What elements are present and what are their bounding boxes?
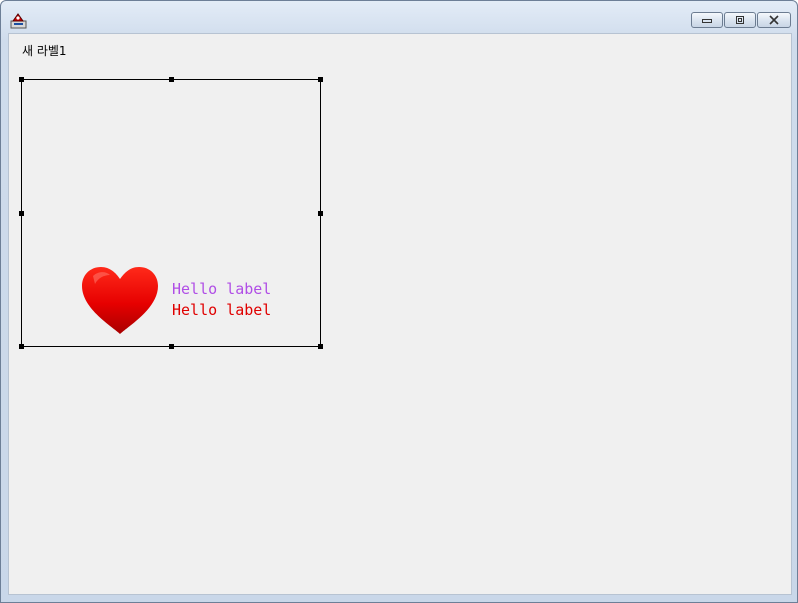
resize-handle-left[interactable] (19, 211, 24, 216)
title-bar[interactable] (1, 1, 797, 33)
close-icon (769, 15, 779, 25)
application-window: 새 라벨1 Hello label Hello label (0, 0, 798, 603)
hello-label-1: Hello label (172, 280, 272, 298)
resize-handle-bottom-left[interactable] (19, 344, 24, 349)
heart-icon (82, 267, 158, 334)
minimize-button[interactable] (691, 12, 723, 28)
resize-handle-top-right[interactable] (318, 77, 323, 82)
resize-handle-top-left[interactable] (19, 77, 24, 82)
new-label[interactable]: 새 라벨1 (22, 42, 67, 59)
resize-handle-top[interactable] (169, 77, 174, 82)
resize-handle-bottom-right[interactable] (318, 344, 323, 349)
minimize-icon (702, 19, 712, 23)
resize-handle-bottom[interactable] (169, 344, 174, 349)
maximize-button[interactable] (724, 12, 756, 28)
content-pane: 새 라벨1 Hello label Hello label (8, 33, 792, 595)
hello-label-2: Hello label (172, 301, 272, 319)
maximize-icon (736, 16, 744, 24)
selected-label-component[interactable] (19, 77, 323, 349)
java-duke-icon (10, 13, 27, 29)
close-button[interactable] (757, 12, 791, 28)
resize-handle-right[interactable] (318, 211, 323, 216)
